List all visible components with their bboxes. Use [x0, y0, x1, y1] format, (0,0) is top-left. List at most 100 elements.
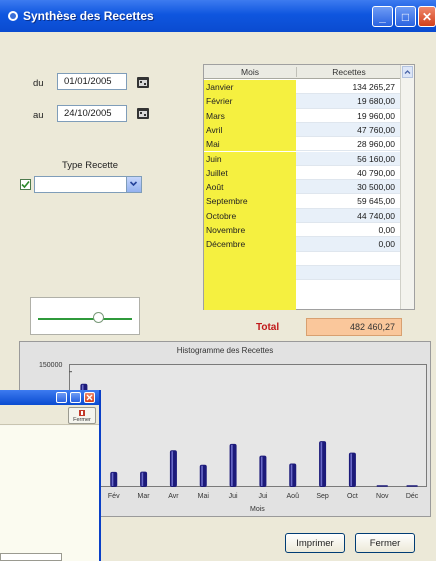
table-header-row: Mois Recettes	[204, 65, 401, 79]
slider-panel	[30, 297, 140, 335]
type-recette-checkbox[interactable]	[20, 179, 31, 190]
minimize-button[interactable]: _	[372, 6, 393, 27]
cell-mois: Novembre	[204, 223, 296, 238]
type-recette-select[interactable]	[34, 176, 142, 193]
chart-bar	[140, 471, 148, 487]
secondary-close-button[interactable]	[84, 392, 95, 403]
title-bar[interactable]: Synthèse des Recettes _ □ ✕	[0, 0, 436, 32]
app-icon	[8, 11, 18, 21]
cell-recettes: 40 790,00	[296, 166, 401, 181]
chart-bar	[348, 452, 356, 487]
table-row[interactable]: Juin 56 160,00	[204, 151, 401, 166]
cell-recettes: 134 265,27	[296, 80, 401, 95]
checkmark-icon	[21, 180, 30, 189]
secondary-maximize-button[interactable]	[70, 392, 81, 403]
table-row-empty	[204, 265, 401, 281]
chart-bar	[169, 450, 177, 487]
secondary-fermer-button[interactable]: Fermer	[68, 407, 96, 424]
du-label: du	[33, 78, 44, 89]
fermer-button[interactable]: Fermer	[355, 533, 415, 553]
chart-bar	[110, 471, 118, 487]
table-row[interactable]: Février 19 680,00	[204, 94, 401, 109]
cell-recettes: 47 760,00	[296, 122, 401, 138]
cell-mois: Juin	[204, 151, 296, 166]
cell-recettes: 19 680,00	[296, 94, 401, 109]
door-exit-icon	[79, 410, 85, 416]
maximize-button[interactable]: □	[395, 6, 416, 27]
chart-bar	[319, 441, 327, 487]
cell-mois: Janvier	[204, 80, 296, 95]
secondary-fermer-label: Fermer	[73, 417, 91, 423]
du-date-input[interactable]: 01/01/2005	[57, 73, 127, 90]
table-row[interactable]: Octobre 44 740,00	[204, 208, 401, 223]
table-row[interactable]: Novembre 0,00	[204, 223, 401, 238]
chart-title: Histogramme des Recettes	[176, 346, 274, 355]
cell-mois: Mars	[204, 108, 296, 123]
chevron-up-icon	[404, 70, 411, 74]
table-scrollbar[interactable]	[400, 65, 414, 309]
maximize-icon: □	[401, 9, 410, 24]
cell-mois: Février	[204, 94, 296, 109]
cell-mois: Juillet	[204, 165, 296, 181]
total-label: Total	[256, 322, 280, 333]
au-date-input[interactable]: 24/10/2005	[57, 105, 127, 122]
column-header-mois[interactable]: Mois	[204, 67, 296, 77]
secondary-title-bar[interactable]	[0, 390, 99, 405]
cell-recettes: 0,00	[296, 237, 401, 252]
cell-mois: Avril	[204, 122, 296, 138]
x-tick-label: Déc	[406, 493, 419, 500]
chart-bar	[259, 455, 267, 487]
slider-thumb[interactable]	[93, 312, 104, 323]
minimize-icon: _	[379, 9, 386, 24]
table-row[interactable]: Janvier 134 265,27	[204, 80, 401, 95]
chart-bar	[289, 463, 297, 487]
cell-mois-empty	[204, 251, 296, 266]
close-icon	[86, 394, 93, 401]
table-row[interactable]: Mars 19 960,00	[204, 108, 401, 123]
secondary-field[interactable]	[0, 553, 62, 561]
x-tick-label: Sep	[316, 493, 329, 500]
table-row[interactable]: Juillet 40 790,00	[204, 165, 401, 181]
table-row[interactable]: Mai 28 960,00	[204, 137, 401, 152]
column-header-recettes[interactable]: Recettes	[296, 67, 401, 77]
bar-chart: Fév Mar Avr Mai Jui Jui Aoû Sep Oct Nov Déc	[69, 371, 419, 500]
x-tick-label: Jui	[229, 493, 238, 500]
table-row[interactable]: Décembre 0,00	[204, 237, 401, 252]
table-row[interactable]: Août 30 500,00	[204, 180, 401, 195]
combo-dropdown-button[interactable]	[126, 177, 141, 192]
table-row-empty	[204, 251, 401, 266]
au-label: au	[33, 110, 44, 121]
slider-track[interactable]	[38, 318, 132, 320]
recettes-table[interactable]: Mois Recettes Janvier 134 265,27 Février…	[203, 64, 415, 310]
x-tick-label: Fév	[108, 493, 120, 500]
cell-recettes-empty	[296, 265, 401, 281]
window-title: Synthèse des Recettes	[23, 9, 154, 23]
cell-recettes: 59 645,00	[296, 194, 401, 209]
scroll-up-button[interactable]	[402, 66, 413, 78]
cell-recettes-empty	[296, 252, 401, 266]
chart-bar	[199, 464, 207, 487]
secondary-window[interactable]: Fermer	[0, 390, 101, 561]
y-tick-label: 150000	[39, 362, 63, 369]
type-recette-label: Type Recette	[62, 160, 118, 171]
secondary-content	[0, 426, 99, 561]
calendar-icon[interactable]	[136, 75, 150, 89]
calendar-icon[interactable]	[136, 106, 150, 120]
secondary-minimize-button[interactable]	[56, 392, 67, 403]
x-tick-label: Nov	[376, 493, 389, 500]
cell-recettes: 56 160,00	[296, 151, 401, 166]
table-row[interactable]: Septembre 59 645,00	[204, 194, 401, 209]
cell-mois: Août	[204, 180, 296, 195]
x-tick-label: Mai	[198, 493, 210, 500]
cell-recettes: 28 960,00	[296, 137, 401, 152]
close-button[interactable]: ✕	[418, 6, 436, 27]
cell-recettes: 19 960,00	[296, 109, 401, 123]
cell-mois: Septembre	[204, 194, 296, 209]
x-tick-label: Oct	[347, 493, 358, 500]
table-filler	[204, 280, 296, 310]
table-row[interactable]: Avril 47 760,00	[204, 122, 401, 138]
cell-mois: Octobre	[204, 208, 296, 223]
cell-mois: Mai	[204, 137, 296, 152]
chart-bar	[229, 443, 237, 487]
imprimer-button[interactable]: Imprimer	[285, 533, 345, 553]
